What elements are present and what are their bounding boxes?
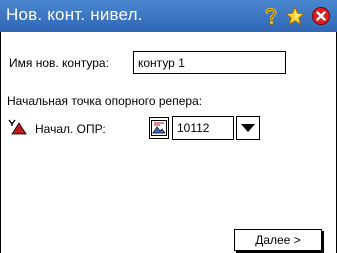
favorites-button[interactable] bbox=[284, 5, 306, 27]
contour-name-input[interactable]: контур 1 bbox=[133, 51, 286, 74]
close-icon bbox=[312, 7, 330, 25]
favorite-icon bbox=[285, 6, 305, 26]
close-button[interactable] bbox=[310, 5, 332, 27]
start-opr-label: Начал. ОПР: bbox=[35, 122, 106, 136]
help-icon bbox=[265, 7, 277, 25]
benchmark-icon bbox=[8, 119, 27, 135]
pick-from-map-button[interactable] bbox=[149, 117, 169, 139]
title-bar: Нов. конт. нивел. bbox=[0, 0, 337, 32]
window-title: Нов. конт. нивел. bbox=[6, 5, 143, 24]
contour-name-label: Имя нов. контура: bbox=[9, 56, 109, 70]
chevron-down-icon bbox=[241, 124, 255, 132]
help-button[interactable] bbox=[260, 5, 282, 27]
start-opr-dropdown-button[interactable] bbox=[236, 116, 260, 140]
start-point-heading: Начальная точка опорного репера: bbox=[7, 94, 203, 108]
next-button[interactable]: Далее > bbox=[234, 229, 322, 251]
start-opr-input[interactable]: 10112 bbox=[172, 116, 234, 140]
map-pick-icon bbox=[151, 120, 167, 136]
